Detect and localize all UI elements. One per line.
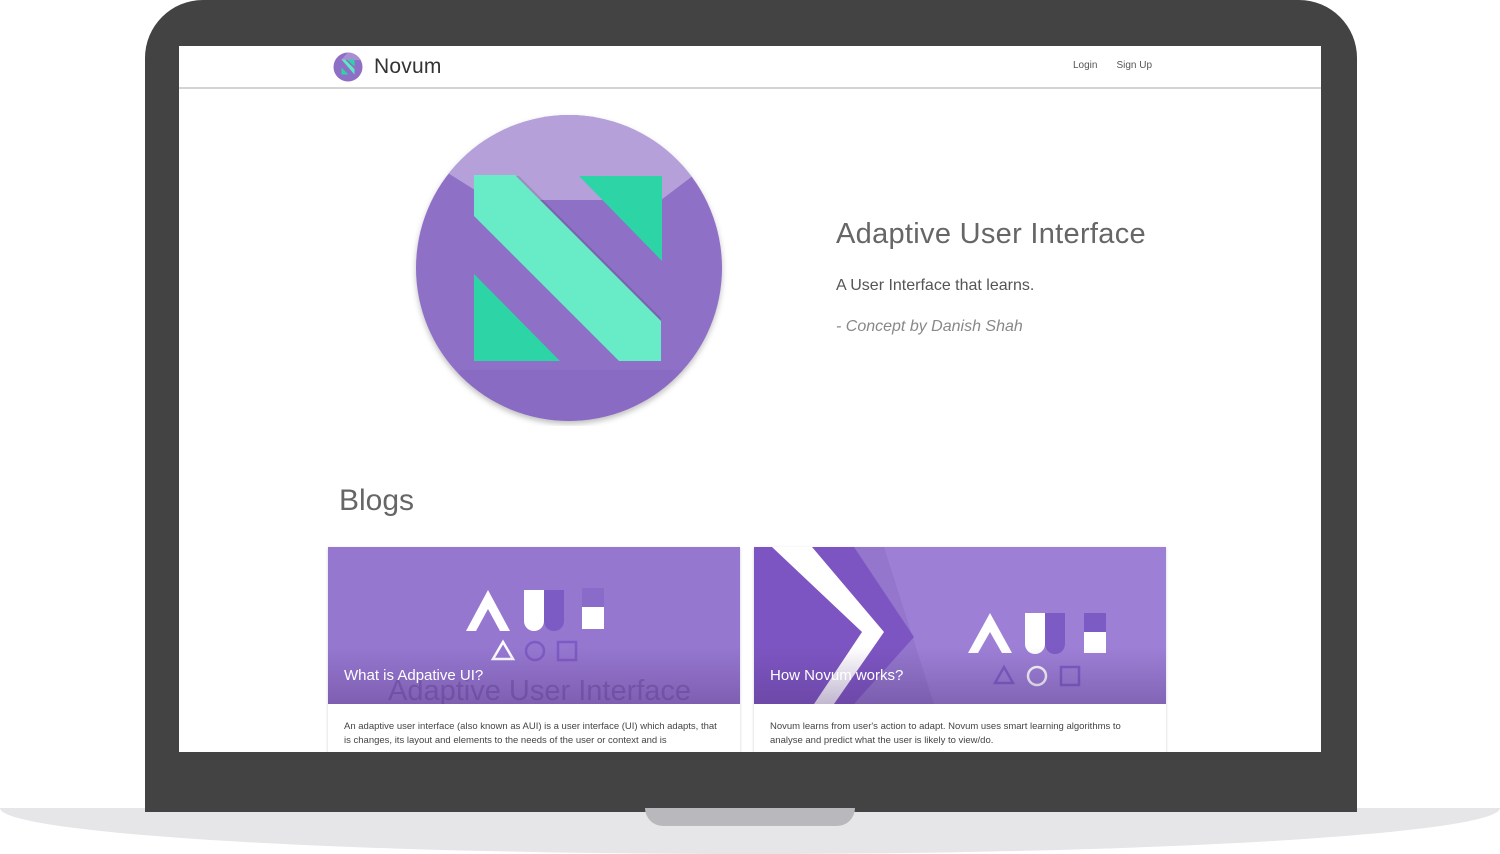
blog-card-adaptive-ui[interactable]: Adaptive User Interface What is Adpative…: [328, 547, 740, 752]
blogs-heading: Blogs: [339, 484, 415, 517]
novum-logo-icon: [333, 52, 363, 82]
blog-card-title[interactable]: How Novum works?: [770, 667, 903, 684]
blog-card-excerpt: Novum learns from user's action to adapt…: [770, 721, 1121, 746]
hero-subtitle: A User Interface that learns.: [836, 277, 1035, 294]
blog-card-title[interactable]: What is Adpative UI?: [344, 667, 483, 684]
brand-name: Novum: [374, 55, 442, 78]
brand-link[interactable]: Novum: [333, 52, 442, 82]
blog-card-image: Adaptive User Interface What is Adpative…: [328, 547, 740, 704]
novum-hero-logo-icon: [416, 115, 722, 421]
laptop-notch: [645, 808, 855, 826]
login-link[interactable]: Login: [1073, 60, 1097, 71]
blog-card-how-novum-works[interactable]: How Novum works? Novum learns from user'…: [754, 547, 1166, 752]
hero-credit: - Concept by Danish Shah: [836, 318, 1023, 335]
hero-title: Adaptive User Interface: [836, 218, 1146, 250]
blog-card-image: How Novum works?: [754, 547, 1166, 704]
navbar: Novum Login Sign Up: [179, 46, 1321, 89]
signup-link[interactable]: Sign Up: [1116, 60, 1152, 71]
blog-card-excerpt: An adaptive user interface (also known a…: [344, 721, 717, 746]
browser-screen: Novum Login Sign Up Adaptive User Interf…: [179, 46, 1321, 752]
nav-links: Login Sign Up: [1073, 60, 1152, 71]
